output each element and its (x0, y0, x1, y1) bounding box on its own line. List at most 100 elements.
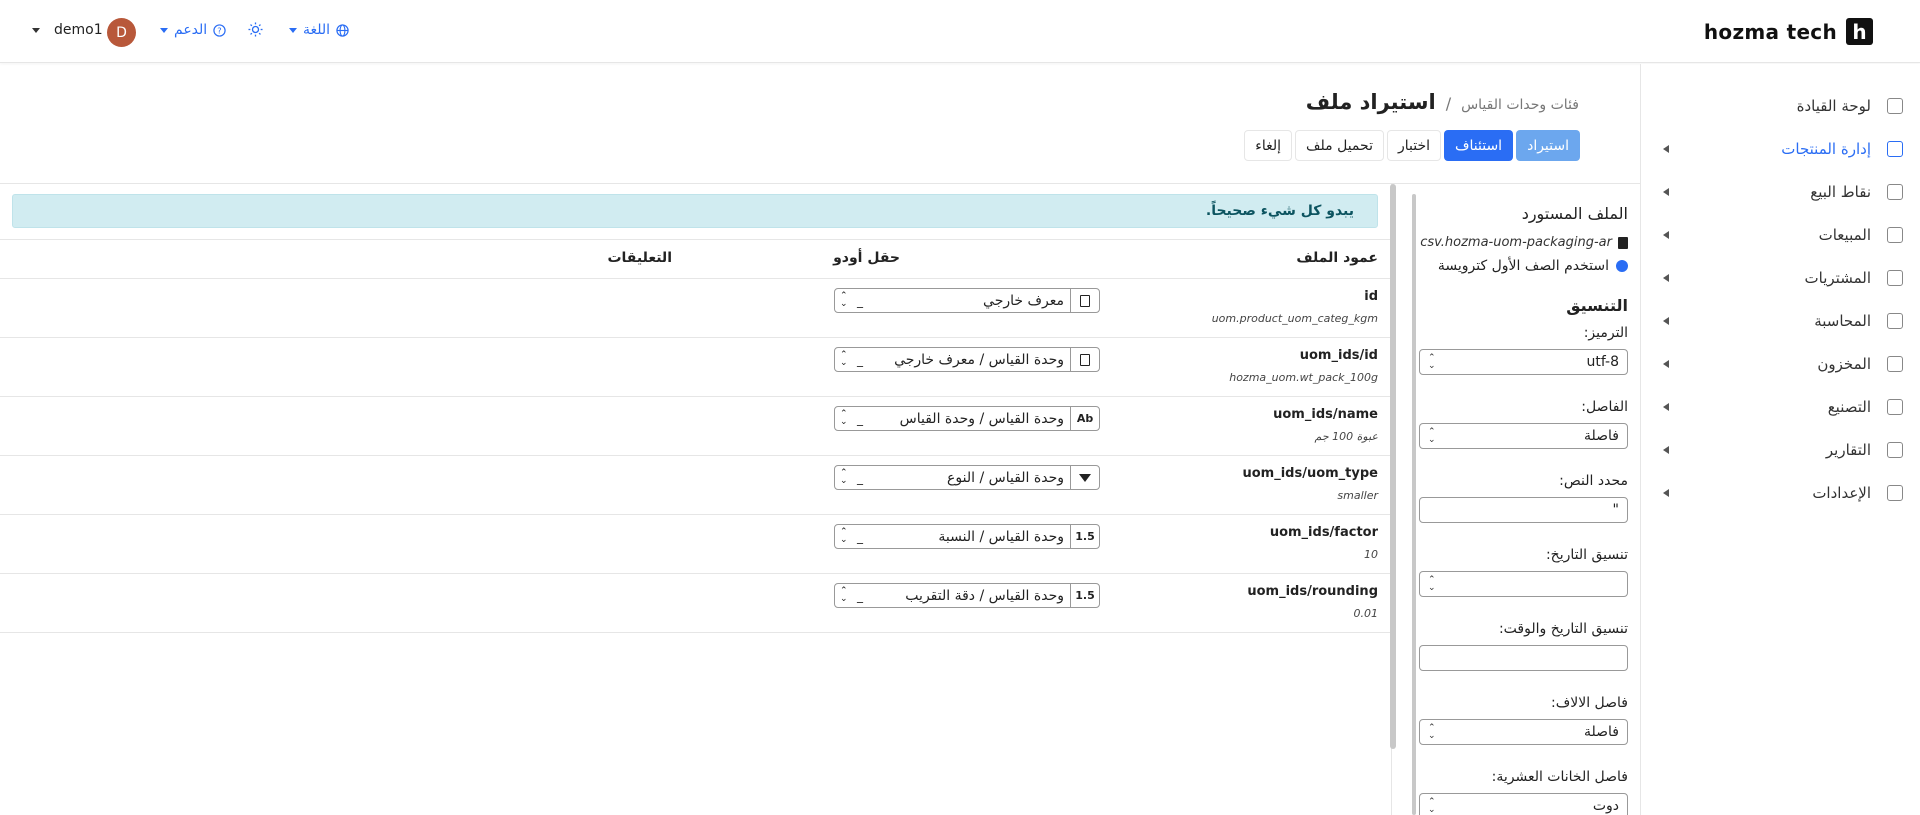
expand-caret-icon[interactable] (1663, 187, 1669, 196)
avatar[interactable]: D (107, 18, 136, 47)
expand-caret-icon[interactable] (1663, 445, 1669, 454)
language-label: اللغة (303, 22, 331, 38)
sidebar-item[interactable]: التصنيع (1641, 385, 1920, 428)
field-subfield-placeholder: _ (857, 470, 863, 485)
wallet-icon (1887, 269, 1903, 286)
gear-icon (1887, 484, 1903, 501)
text-delimiter-input[interactable]: " (1419, 497, 1628, 523)
building-icon (1887, 312, 1903, 329)
user-menu[interactable]: demo1 (32, 22, 103, 38)
file-column-name: uom_ids/uom_type (1242, 466, 1378, 481)
sidebar-item-label: المبيعات (1818, 225, 1871, 244)
file-column-sample: 0.01 (1353, 607, 1379, 620)
resume-button[interactable]: استئناف (1444, 130, 1514, 161)
spinner-arrows-icon: ⌃ ⌄ (840, 586, 848, 604)
spinner-arrows-icon: ⌃ ⌄ (1428, 353, 1436, 371)
file-icon (1618, 236, 1628, 249)
decimal-separator-select[interactable]: دوت ⌃ ⌄ (1419, 793, 1628, 815)
separator-value: فاصلة (1584, 428, 1619, 444)
encoding-select[interactable]: utf-8 ⌃ ⌄ (1419, 349, 1628, 375)
sidebar-item[interactable]: التقارير (1641, 428, 1920, 471)
expand-caret-icon[interactable] (1663, 488, 1669, 497)
chevron-down-icon (160, 27, 168, 33)
odoo-field-value: وحدة القياس / معرف خارجي (894, 351, 1064, 368)
document-icon (1080, 294, 1090, 307)
odoo-field-select[interactable]: Ab وحدة القياس / وحدة القياس _ ⌃ ⌄ (834, 406, 1100, 431)
spinner-arrows-icon: ⌃ ⌄ (1428, 575, 1436, 593)
thousands-separator-value: فاصلة (1584, 724, 1619, 740)
encoding-value: utf-8 (1586, 354, 1619, 370)
odoo-field-value: معرف خارجي (983, 292, 1064, 309)
odoo-field-select[interactable]: وحدة القياس / النوع _ ⌃ ⌄ (834, 465, 1100, 490)
expand-caret-icon[interactable] (1663, 402, 1669, 411)
first-row-header-option[interactable]: استخدم الصف الأول كترويسة (1414, 258, 1628, 274)
test-button[interactable]: اختبار (1386, 130, 1441, 161)
thousands-separator-select[interactable]: فاصلة ⌃ ⌄ (1419, 719, 1628, 745)
sidebar-item[interactable]: الإعدادات (1641, 471, 1920, 514)
table-row: uom_ids/factor 10 1.5 وحدة القياس / النسبة _… (0, 515, 1390, 574)
breadcrumb-separator: / (1445, 94, 1452, 113)
sidebar-item[interactable]: نقاط البيع (1641, 170, 1920, 213)
box-icon (1887, 355, 1903, 372)
expand-caret-icon[interactable] (1663, 359, 1669, 368)
expand-caret-icon[interactable] (1663, 316, 1669, 325)
spinner-arrows-icon: ⌃ ⌄ (1428, 797, 1436, 815)
sidebar-item[interactable]: إدارة المنتجات (1641, 127, 1920, 170)
language-menu[interactable]: اللغة (289, 22, 349, 38)
mapping-scrollbar[interactable] (1390, 184, 1396, 749)
odoo-field-value: وحدة القياس / النسبة (938, 528, 1064, 545)
file-icon (1070, 289, 1099, 312)
sidebar-item[interactable]: المشتريات (1641, 256, 1920, 299)
import-button[interactable]: استيراد (1516, 130, 1580, 161)
odoo-field-value: وحدة القياس / وحدة القياس (899, 410, 1064, 427)
sidebar-item[interactable]: المحاسبة (1641, 299, 1920, 342)
odoo-field-select[interactable]: معرف خارجي _ ⌃ ⌄ (834, 288, 1100, 313)
upload-file-button[interactable]: تحميل ملف (1295, 130, 1384, 161)
imported-file-title: الملف المستورد (1521, 204, 1628, 223)
chevron-down-icon (289, 27, 297, 33)
comments-header: التعليقات (607, 250, 672, 266)
odoo-field-select[interactable]: وحدة القياس / معرف خارجي _ ⌃ ⌄ (834, 347, 1100, 372)
user-name: demo1 (54, 22, 103, 38)
spinner-arrows-icon: ⌃ ⌄ (1428, 723, 1436, 741)
sun-icon (248, 22, 263, 37)
expand-caret-icon[interactable] (1663, 230, 1669, 239)
brand-logo[interactable]: h hozma tech (1704, 18, 1873, 45)
support-label: الدعم (174, 22, 208, 38)
sidebar-item-label: المحاسبة (1814, 311, 1871, 330)
sidebar-item[interactable]: المبيعات (1641, 213, 1920, 256)
odoo-field-select[interactable]: 1.5 وحدة القياس / النسبة _ ⌃ ⌄ (834, 524, 1100, 549)
sidebar-item[interactable]: لوحة القيادة (1641, 84, 1920, 127)
logo-mark-icon: h (1846, 18, 1873, 45)
datetime-format-input[interactable] (1419, 645, 1628, 671)
spinner-arrows-icon: ⌃ ⌄ (840, 350, 848, 368)
expand-caret-icon[interactable] (1663, 273, 1669, 282)
date-format-label: تنسيق التاريخ: (1545, 547, 1628, 563)
sidebar-item[interactable]: المخزون (1641, 342, 1920, 385)
file-column-sample: عبوة 100 جم (1314, 430, 1378, 443)
expand-caret-icon[interactable] (1663, 144, 1669, 153)
support-menu[interactable]: الدعم ? (160, 22, 226, 38)
sidebar-item-label: نقاط البيع (1810, 182, 1871, 201)
options-scrollbar[interactable] (1412, 194, 1416, 815)
odoo-field-select[interactable]: 1.5 وحدة القياس / دقة التقريب _ ⌃ ⌄ (834, 583, 1100, 608)
first-row-header-checkbox[interactable] (1616, 260, 1628, 272)
odoo-field-header: حقل أودو (833, 250, 900, 266)
field-subfield-placeholder: _ (857, 293, 863, 308)
field-subfield-placeholder: _ (857, 588, 863, 603)
spinner-arrows-icon: ⌃ ⌄ (840, 527, 848, 545)
cancel-button[interactable]: إلغاء (1244, 130, 1293, 161)
float-type-icon: 1.5 (1070, 584, 1099, 607)
sidebar-item-label: المشتريات (1804, 268, 1871, 287)
table-row: uom_ids/uom_type smaller وحدة القياس / الن… (0, 456, 1390, 515)
file-name-row: csv.hozma-uom-packaging-ar (1414, 235, 1628, 250)
tag-icon (1887, 140, 1903, 157)
text-delimiter-label: محدد النص: (1559, 473, 1628, 489)
separator-select[interactable]: فاصلة ⌃ ⌄ (1419, 423, 1628, 449)
table-row: uom_ids/name عبوة 100 جم Ab وحدة القياس / و… (0, 397, 1390, 456)
breadcrumb-parent-link[interactable]: فئات وحدات القياس (1461, 97, 1579, 113)
svg-text:?: ? (217, 25, 221, 35)
field-subfield-placeholder: _ (857, 529, 863, 544)
date-format-select[interactable]: ⌃ ⌄ (1419, 571, 1628, 597)
theme-toggle[interactable] (248, 22, 263, 37)
